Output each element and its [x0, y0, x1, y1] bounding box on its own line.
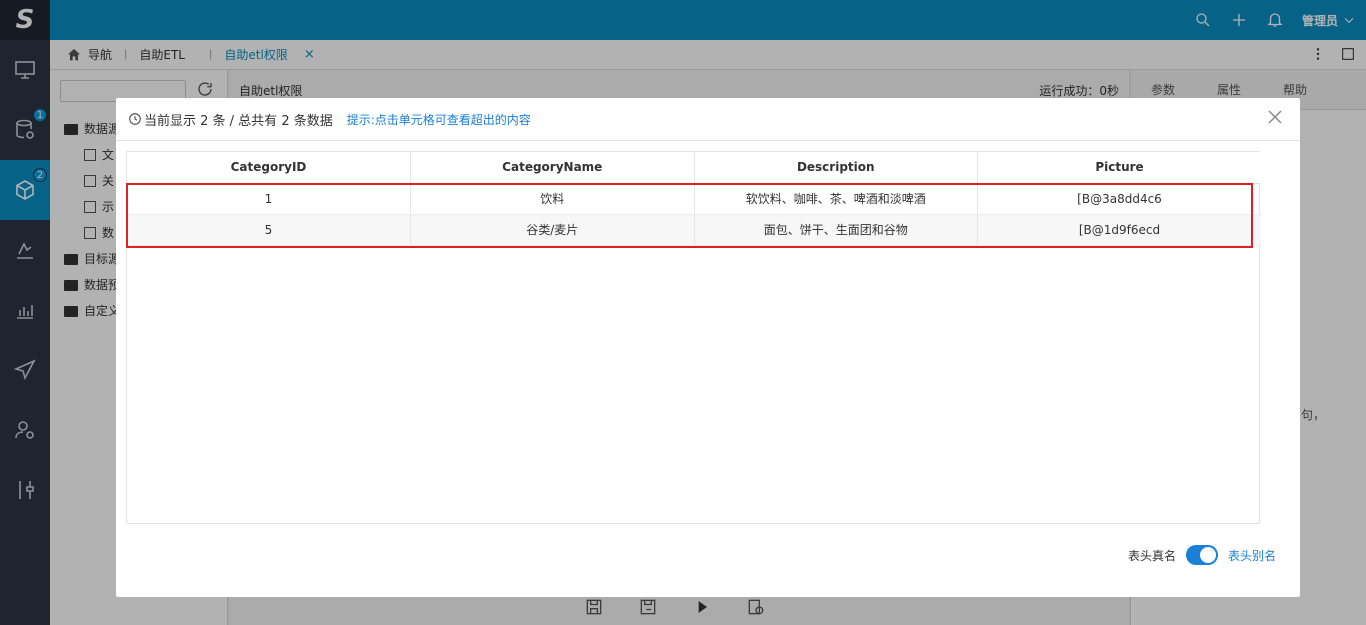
column-header[interactable]: Picture	[977, 152, 1261, 184]
table-cell[interactable]: [B@1d9f6ecd	[977, 214, 1261, 246]
toggle-label-real-name: 表头真名	[1127, 548, 1176, 563]
table-header-row: CategoryID CategoryName Description Pict…	[127, 152, 1261, 184]
hint-text: 提示:点击单元格可查看超出的内容	[346, 112, 531, 127]
column-header[interactable]: CategoryName	[410, 152, 695, 184]
header-name-toggle-row: 表头真名 表头别名	[1128, 545, 1276, 565]
table-row: 1 饮料 软饮料、咖啡、茶、啤酒和淡啤酒 [B@3a8dd4c6	[127, 183, 1261, 215]
column-header[interactable]: Description	[694, 152, 978, 184]
table-cell[interactable]: 5	[127, 214, 411, 246]
table-row: 5 谷类/麦片 面包、饼干、生面团和谷物 [B@1d9f6ecd	[127, 214, 1261, 246]
header-alias-switch[interactable]	[1185, 545, 1218, 565]
table-cell[interactable]: [B@3a8dd4c6	[977, 183, 1261, 215]
toggle-label-alias: 表头别名	[1227, 548, 1276, 563]
dialog-header: 当前显示 2 条 / 总共有 2 条数据 提示:点击单元格可查看超出的内容	[116, 98, 1300, 141]
table-cell[interactable]: 面包、饼干、生面团和谷物	[694, 214, 978, 246]
column-header[interactable]: CategoryID	[127, 152, 411, 184]
close-icon	[1268, 110, 1282, 124]
data-table: CategoryID CategoryName Description Pict…	[126, 151, 1261, 524]
table-cell[interactable]: 谷类/麦片	[410, 214, 695, 246]
table-cell[interactable]: 1	[127, 183, 411, 215]
switch-knob	[1199, 547, 1216, 563]
dialog-close-button[interactable]	[1268, 110, 1284, 126]
table-cell[interactable]: 软饮料、咖啡、茶、啤酒和淡啤酒	[694, 183, 978, 215]
data-preview-dialog: 当前显示 2 条 / 总共有 2 条数据 提示:点击单元格可查看超出的内容 Ca…	[116, 98, 1300, 597]
clock-icon	[129, 113, 141, 125]
record-count: 当前显示 2 条 / 总共有 2 条数据	[144, 113, 333, 129]
table-cell[interactable]: 饮料	[410, 183, 695, 215]
